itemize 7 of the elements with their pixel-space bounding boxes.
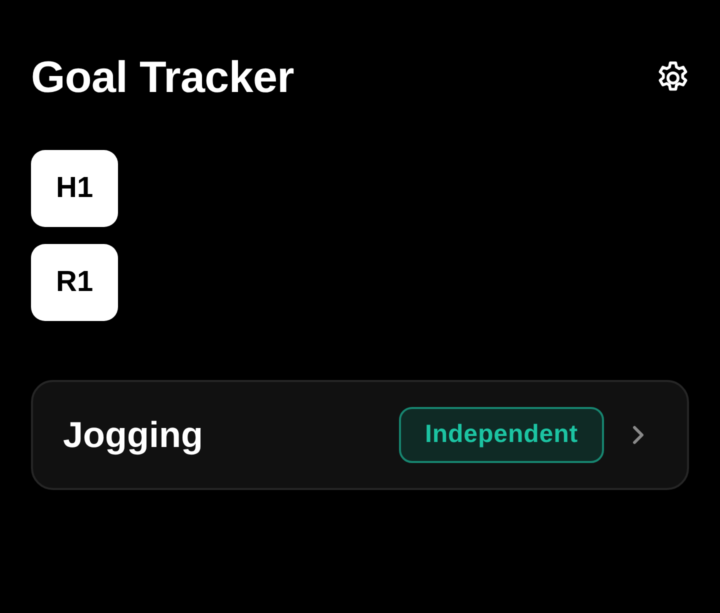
goal-name: Jogging: [63, 414, 204, 456]
tag-button[interactable]: H1: [31, 150, 118, 227]
tag-button[interactable]: R1: [31, 244, 118, 321]
status-badge: Independent: [398, 406, 604, 463]
chevron-right-icon: [632, 424, 645, 445]
app-title: Goal Tracker: [31, 53, 294, 104]
goal-card[interactable]: Jogging Independent: [31, 380, 689, 490]
